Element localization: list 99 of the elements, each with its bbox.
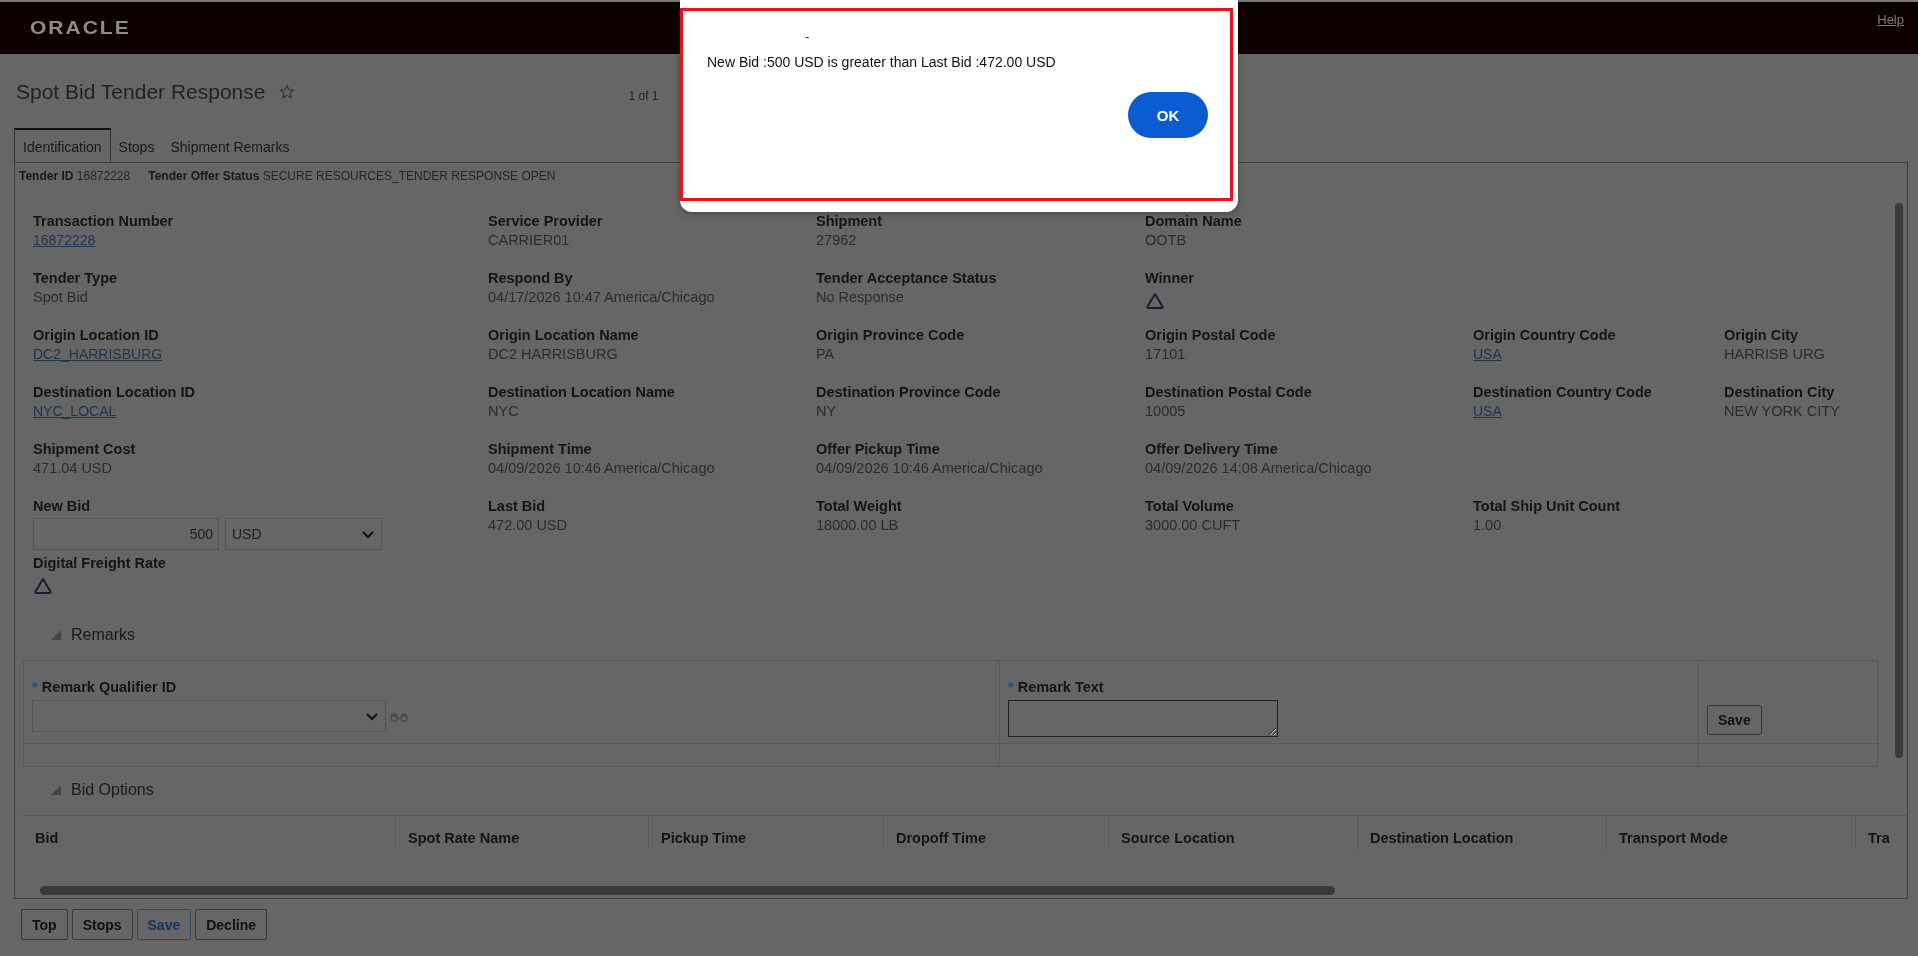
section-title: Bid Options <box>71 781 154 799</box>
tab[interactable]: Shipment Remarks <box>162 131 298 162</box>
summary-text: Tender Offer Status SECURE RESOURCES_TENDER RESPONSE OPEN <box>148 169 556 183</box>
field-label: Origin City <box>1724 327 1800 343</box>
field-value: 04/09/2026 14:08 America/Chicago <box>1145 460 1373 476</box>
field-value: Spot Bid <box>33 289 89 305</box>
column-header: Source Location <box>1108 816 1357 850</box>
remark-text-field[interactable] <box>1008 700 1278 737</box>
field-label: * Remark Text <box>1008 679 1105 695</box>
field-link[interactable]: USA <box>1473 346 1502 362</box>
field-link[interactable]: USA <box>1473 403 1502 419</box>
field-value: PA <box>816 346 836 362</box>
page-title: Spot Bid Tender Response <box>16 80 266 104</box>
field-value: CARRIER01 <box>488 232 571 248</box>
field-label: Origin Country Code <box>1473 327 1617 343</box>
column-header: Bid <box>34 829 60 848</box>
field-label: * Remark Qualifier ID <box>32 679 178 695</box>
oracle-logo: ORACLE <box>30 17 131 39</box>
field-value: 18000.00 LB <box>816 517 900 533</box>
footer-button[interactable]: Top <box>21 909 68 940</box>
triangle-icon <box>33 576 53 595</box>
ok-button[interactable]: OK <box>1128 92 1208 138</box>
field-link[interactable]: NYC_LOCAL <box>33 403 117 419</box>
field-label: Total Volume <box>1145 498 1235 514</box>
column-header: Spot Rate Name <box>395 816 648 850</box>
collapse-triangle-icon[interactable] <box>49 628 63 642</box>
currency-dropdown[interactable]: USD <box>225 518 382 550</box>
remark-qualifier-dropdown[interactable] <box>32 700 386 732</box>
field-value: 17101 <box>1145 346 1187 362</box>
field-label: Shipment Cost <box>33 441 137 457</box>
field-value: DC2 HARRISBURG <box>488 346 619 362</box>
chevron-down-icon <box>361 528 375 540</box>
field-value: 04/09/2026 10:46 America/Chicago <box>488 460 716 476</box>
field-value: NEW YORK CITY <box>1724 403 1841 419</box>
column-header: Dropoff Time <box>883 816 1108 850</box>
field-value: 472.00 USD <box>488 517 568 533</box>
field-label: Destination City <box>1724 384 1836 400</box>
field-label: Tender Acceptance Status <box>816 270 998 286</box>
field-label: Shipment Time <box>488 441 593 457</box>
field-label: Domain Name <box>1145 213 1243 229</box>
field-label: Origin Location ID <box>33 327 160 343</box>
field-label: Total Ship Unit Count <box>1473 498 1622 514</box>
field-value: 04/17/2026 10:47 America/Chicago <box>488 289 716 305</box>
field-label: Destination Country Code <box>1473 384 1653 400</box>
field-label: Origin Province Code <box>816 327 966 343</box>
horizontal-scrollbar[interactable] <box>40 886 1335 895</box>
field-label: Destination Province Code <box>816 384 1002 400</box>
footer-button[interactable]: Decline <box>195 909 268 940</box>
save-button[interactable]: Save <box>136 909 192 940</box>
column-header: Tra <box>1855 816 1907 850</box>
field-label: Offer Pickup Time <box>816 441 941 457</box>
tab[interactable]: Identification <box>14 128 111 163</box>
field-label: Destination Postal Code <box>1145 384 1313 400</box>
field-label: Respond By <box>488 270 574 286</box>
field-label: Destination Location Name <box>488 384 676 400</box>
field-label: Last Bid <box>488 498 547 514</box>
help-link[interactable]: Help <box>1877 12 1904 27</box>
chevron-down-icon <box>365 710 379 722</box>
field-value: 3000.00 CUFT <box>1145 517 1242 533</box>
field-label: Winner <box>1145 270 1195 286</box>
field-label: New Bid <box>33 498 92 514</box>
field-label: Tender Type <box>33 270 119 286</box>
column-header: Destination Location <box>1357 816 1606 850</box>
bid-amount-field[interactable]: 500 <box>33 518 219 550</box>
field-value: No Response <box>816 289 905 305</box>
field-label: Origin Location Name <box>488 327 640 343</box>
field-label: Offer Delivery Time <box>1145 441 1279 457</box>
triangle-icon <box>1145 291 1165 310</box>
field-label: Shipment <box>816 213 884 229</box>
field-value: 10005 <box>1145 403 1187 419</box>
vertical-scrollbar[interactable] <box>1895 203 1903 758</box>
field-label: Origin Postal Code <box>1145 327 1277 343</box>
field-link[interactable]: 16872228 <box>33 232 96 248</box>
field-label: Total Weight <box>816 498 903 514</box>
field-label: Destination Location ID <box>33 384 196 400</box>
field-value: 1.00 <box>1473 517 1503 533</box>
tab[interactable]: Stops <box>110 131 163 162</box>
dialog-message: New Bid :500 USD is greater than Last Bid :472.00 USD <box>707 54 1057 70</box>
dialog-title: - <box>804 31 811 43</box>
column-header: Transport Mode <box>1606 816 1855 850</box>
collapse-triangle-icon[interactable] <box>49 783 63 797</box>
field-value: 471.04 USD <box>33 460 113 476</box>
pager-text: 1 of 1 <box>628 89 659 103</box>
field-value: NY <box>816 403 838 419</box>
section-title: Remarks <box>71 626 135 644</box>
field-value: 27962 <box>816 232 858 248</box>
field-value: OOTB <box>1145 232 1188 248</box>
field-label: Digital Freight Rate <box>33 555 167 571</box>
field-value: NYC <box>488 403 520 419</box>
footer-button[interactable]: Stops <box>71 909 133 940</box>
summary-text: Tender ID 16872228 <box>19 169 131 183</box>
field-value: 04/09/2026 10:46 America/Chicago <box>816 460 1044 476</box>
field-link[interactable]: DC2_HARRISBURG <box>33 346 163 362</box>
field-value: HARRISB URG <box>1724 346 1826 362</box>
star-icon[interactable] <box>279 84 296 100</box>
column-header: Pickup Time <box>648 816 883 850</box>
field-label: Transaction Number <box>33 213 175 229</box>
save-button[interactable]: Save <box>1707 705 1762 735</box>
field-label: Service Provider <box>488 213 604 229</box>
